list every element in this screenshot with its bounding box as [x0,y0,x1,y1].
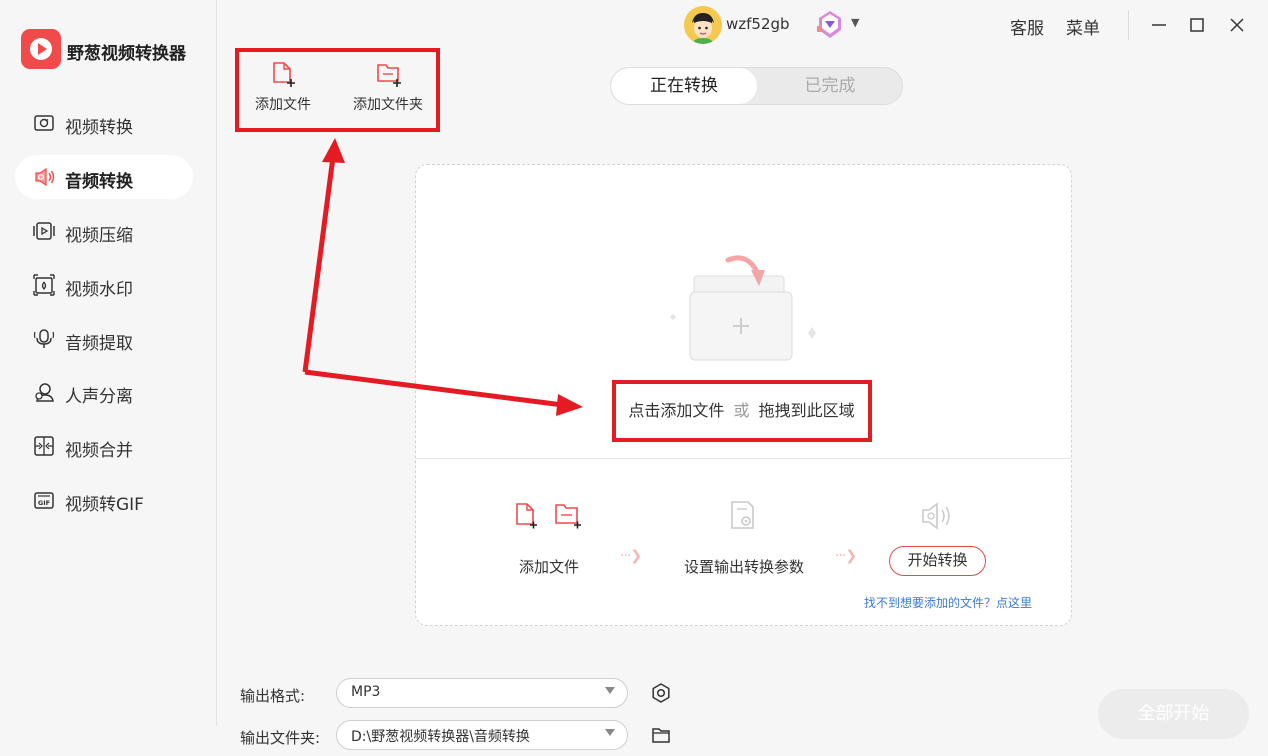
select-caret-icon [605,729,615,736]
video-convert-icon [34,115,54,131]
play-logo-icon [30,38,52,60]
status-tabs: 正在转换 已完成 [610,67,903,105]
drop-zone-divider [416,458,1071,459]
cannot-find-file-link[interactable]: 找不到想要添加的文件？点这里 [864,594,1032,611]
settings-doc-icon [731,501,754,529]
close-icon [1230,18,1244,32]
minimize-button[interactable] [1144,10,1174,40]
audio-convert-step-icon [922,502,950,530]
sidebar-item-label: 人声分离 [65,387,133,407]
menu-link[interactable]: 菜单 [1066,14,1100,39]
step-arrow-1-icon: ···❯ [620,548,642,564]
open-folder-icon[interactable] [650,724,672,746]
start-convert-button[interactable]: 开始转换 [889,546,986,576]
step-add-file-label: 添加文件 [519,558,580,576]
minimize-icon [1152,24,1166,26]
maximize-icon [1190,18,1204,32]
sidebar-item-label: 音频转换 [65,172,133,192]
annotation-arrowhead-up [322,138,345,163]
step-add-file-icon [516,503,581,529]
sidebar-item-video-watermark[interactable]: 视频水印 [15,263,193,307]
app-title: 野葱视频转换器 [67,44,186,64]
folder-drop-illustration-icon [670,255,816,361]
select-caret-icon [605,687,615,694]
sidebar-item-audio-extract[interactable]: 音频提取 [15,317,193,361]
annotation-box-prompt [612,380,872,442]
audio-convert-icon [35,167,55,187]
avatar-face-icon [684,6,722,44]
start-all-button[interactable]: 全部开始 [1098,689,1249,739]
output-format-label: 输出格式: [240,687,306,705]
username[interactable]: wzf52gb [726,15,790,33]
sidebar-item-label: 视频合并 [65,441,133,461]
vocal-separate-icon [35,383,54,402]
output-folder-select[interactable]: D:\野葱视频转换器\音频转换 [336,720,628,750]
output-folder-value: D:\野葱视频转换器\音频转换 [351,729,530,745]
step-set-params-label: 设置输出转换参数 [684,558,805,576]
vip-badge[interactable] [813,8,847,42]
svg-text:GIF: GIF [38,499,50,507]
close-button[interactable] [1222,10,1252,40]
video-watermark-icon [33,274,55,296]
app-logo [21,29,61,69]
sidebar-item-audio-convert[interactable]: 音频转换 [15,155,193,199]
sidebar-item-vocal-separate[interactable]: 人声分离 [15,370,193,414]
tab-completed[interactable]: 已完成 [757,68,902,104]
sidebar-item-video-merge[interactable]: 视频合并 [15,424,193,468]
sidebar-item-label: 视频转换 [65,118,133,138]
annotation-arrow-up [302,156,336,373]
output-format-value: MP3 [351,684,381,700]
sidebar-item-video-convert[interactable]: 视频转换 [15,101,193,145]
sidebar-item-label: 音频提取 [65,334,133,354]
sidebar-divider [216,0,217,726]
sidebar-item-label: 视频水印 [65,280,133,300]
video-merge-icon [34,436,54,456]
output-folder-label: 输出文件夹: [240,729,321,747]
gif-icon: GIF [34,492,54,509]
avatar[interactable] [684,6,722,44]
customer-service-link[interactable]: 客服 [1010,14,1044,39]
sidebar-item-label: 视频转GIF [65,495,144,515]
tab-converting[interactable]: 正在转换 [611,68,757,104]
maximize-button[interactable] [1182,10,1212,40]
vip-dropdown-caret-icon[interactable]: ▼ [851,16,859,29]
video-compress-icon [33,222,55,240]
header-divider [1128,10,1129,40]
step-arrow-2-icon: ···❯ [835,548,857,564]
sidebar-item-video-compress[interactable]: 视频压缩 [15,209,193,253]
output-format-select[interactable]: MP3 [336,678,628,708]
vip-diamond-icon [817,11,841,38]
annotation-box-toolbar [235,48,440,132]
format-settings-icon[interactable] [650,682,672,704]
sidebar-item-label: 视频压缩 [65,226,133,246]
sidebar-item-video-gif[interactable]: GIF 视频转GIF [15,478,193,522]
audio-extract-icon [33,329,55,348]
